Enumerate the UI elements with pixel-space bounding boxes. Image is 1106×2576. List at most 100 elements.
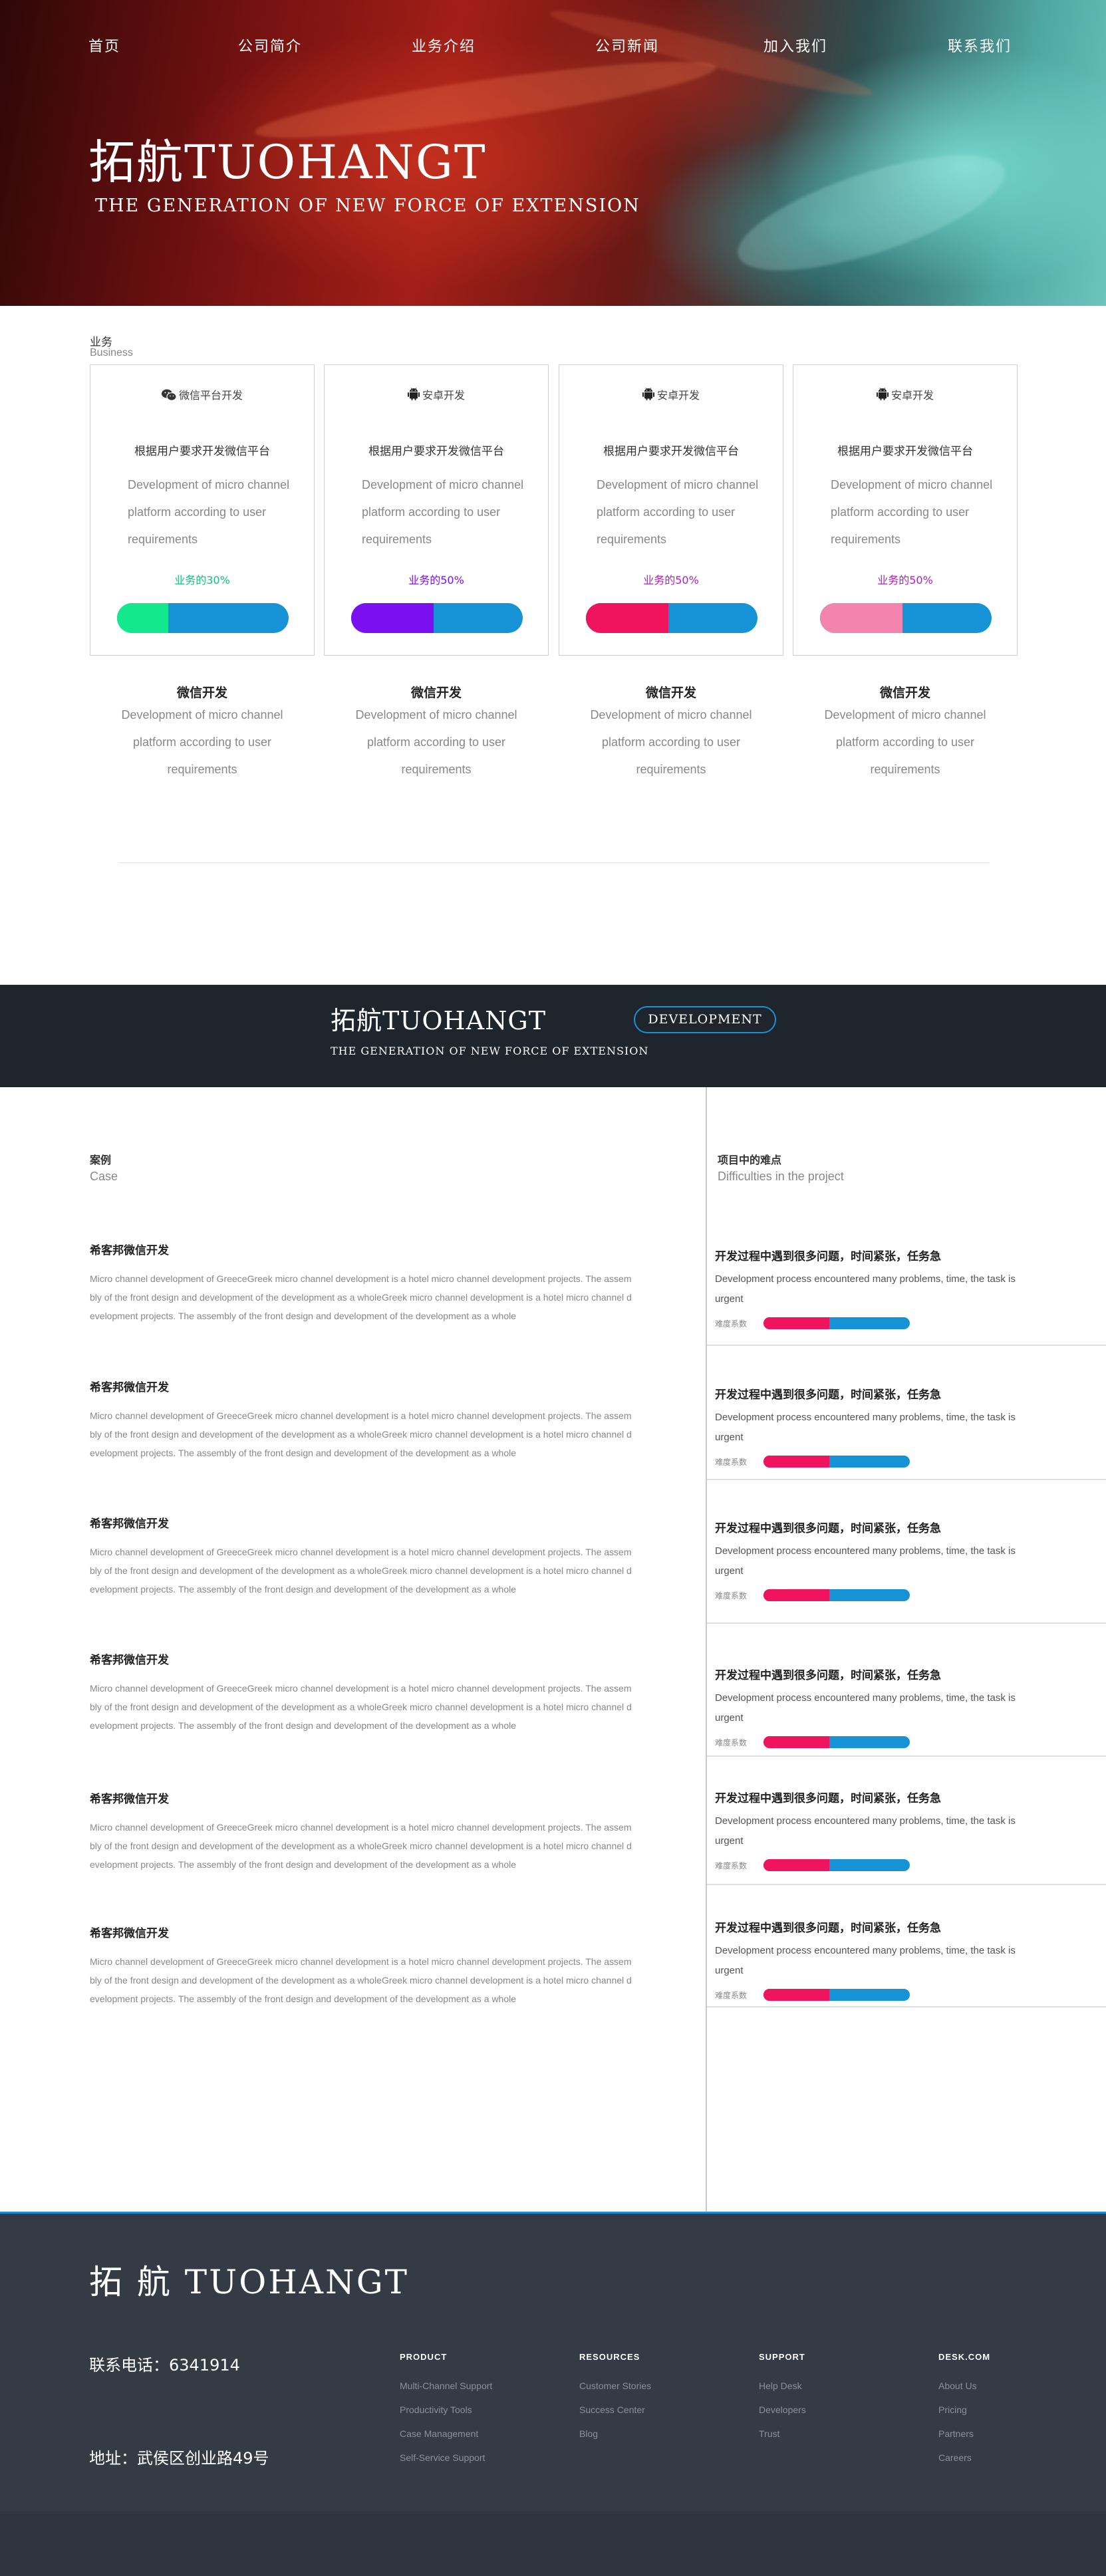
footer: 拓 航 TUOHANGT 联系电话：6341914 地址：武侯区创业路49号 P… <box>0 2212 1106 2576</box>
case-description: Micro channel development of GreeceGreek… <box>90 1683 632 1731</box>
card-head: 微信平台开发 <box>90 386 314 402</box>
difficulty-level-fill <box>763 1859 829 1871</box>
case-title[interactable]: 希客邦微信开发 <box>90 1378 169 1394</box>
business-card[interactable]: 安卓开发 根据用户要求开发微信平台 Development of micro cha… <box>793 364 1018 656</box>
business-card[interactable]: 微信平台开发 根据用户要求开发微信平台 Development of micro c… <box>90 364 315 656</box>
difficulty-separator <box>707 1479 1106 1480</box>
difficulty-title: 开发过程中遇到很多问题，时间紧张，任务急 <box>715 1922 941 1935</box>
footer-link[interactable]: Multi-Channel Support <box>400 2381 492 2391</box>
footer-link[interactable]: Productivity Tools <box>400 2404 472 2415</box>
card-title: 根据用户要求开发微信平台 <box>837 445 973 458</box>
cases-label: 案例 <box>90 1154 112 1166</box>
nav-join[interactable]: 加入我们 <box>763 35 827 56</box>
difficulty-level-fill <box>763 1317 829 1329</box>
business-card[interactable]: 安卓开发 根据用户要求开发微信平台 Development of micro cha… <box>559 364 783 656</box>
difficulty-level-bar <box>763 1456 910 1468</box>
footer-link[interactable]: Pricing <box>938 2404 967 2415</box>
difficulty-level-label: 难度系数 <box>715 1861 748 1870</box>
footer-logo: 拓 航 TUOHANGT <box>89 2263 410 2301</box>
difficulties-label-en: Difficulties in the project <box>718 1170 844 1183</box>
cases-label-en: Case <box>90 1170 118 1183</box>
difficulty-level-fill <box>763 1989 829 2001</box>
difficulty-level-bar <box>763 1989 910 2001</box>
card-percent-label: 业务的50% <box>877 574 933 586</box>
case-title[interactable]: 希客邦微信开发 <box>90 1514 169 1531</box>
footer-column-heading: SUPPORT <box>759 2352 805 2362</box>
footer-link[interactable]: Careers <box>938 2452 972 2463</box>
nav-contact[interactable]: 联系我们 <box>948 35 1012 56</box>
difficulty-description: Development process encountered many pro… <box>715 1692 1016 1724</box>
case-description: Micro channel development of GreeceGreek… <box>90 1822 632 1870</box>
business-sub-title: 微信开发 <box>645 686 696 700</box>
footer-link[interactable]: Partners <box>938 2428 974 2439</box>
difficulty-title: 开发过程中遇到很多问题，时间紧张，任务急 <box>715 1792 941 1805</box>
business-sub-title: 微信开发 <box>879 686 930 700</box>
card-progress-bar <box>820 603 992 633</box>
card-head-label: 安卓开发 <box>891 389 934 402</box>
android-icon <box>876 388 891 402</box>
hero-subtitle: THE GENERATION OF NEW FORCE OF EXTENSION <box>95 195 640 216</box>
column-separator <box>706 1087 707 2212</box>
difficulty-level-label: 难度系数 <box>715 1591 748 1601</box>
difficulties-label: 项目中的难点 <box>718 1154 782 1166</box>
card-title: 根据用户要求开发微信平台 <box>134 445 270 458</box>
card-description: Development of micro channel platform ac… <box>128 478 290 546</box>
case-description: Micro channel development of GreeceGreek… <box>90 1956 632 2004</box>
footer-column-heading: DESK.COM <box>938 2352 991 2362</box>
footer-link[interactable]: Trust <box>759 2428 779 2439</box>
difficulty-level-fill <box>763 1736 829 1748</box>
android-icon <box>642 388 657 402</box>
business-card[interactable]: 安卓开发 根据用户要求开发微信平台 Development of micro cha… <box>324 364 549 656</box>
footer-link[interactable]: Customer Stories <box>579 2381 651 2391</box>
band-subtitle: THE GENERATION OF NEW FORCE OF EXTENSION <box>331 1045 649 1057</box>
difficulty-description: Development process encountered many pro… <box>715 1945 1016 1976</box>
card-description: Development of micro channel platform ac… <box>362 478 524 546</box>
difficulty-separator <box>707 1884 1106 1885</box>
difficulty-level-bar <box>763 1589 910 1601</box>
footer-link[interactable]: Case Management <box>400 2428 478 2439</box>
card-progress-bar <box>586 603 758 633</box>
case-description: Micro channel development of GreeceGreek… <box>90 1273 632 1321</box>
difficulty-separator <box>707 1755 1106 1757</box>
footer-link[interactable]: Developers <box>759 2404 806 2415</box>
footer-link[interactable]: Success Center <box>579 2404 645 2415</box>
nav-home[interactable]: 首页 <box>88 35 120 56</box>
business-sub-title: 微信开发 <box>176 686 227 700</box>
difficulty-level-fill <box>763 1456 829 1468</box>
card-progress-fill <box>351 603 434 633</box>
card-head: 安卓开发 <box>325 386 548 402</box>
card-progress-fill <box>820 603 902 633</box>
business-sub-text: Development of micro channel platform ac… <box>121 708 283 776</box>
nav-news[interactable]: 公司新闻 <box>595 35 659 56</box>
case-title[interactable]: 希客邦微信开发 <box>90 1650 169 1667</box>
development-button[interactable]: DEVELOPMENT <box>634 1006 776 1033</box>
difficulty-separator <box>707 1622 1106 1624</box>
difficulty-separator <box>707 2006 1106 2007</box>
difficulty-separator <box>707 1345 1106 1346</box>
difficulty-level-bar <box>763 1317 910 1329</box>
footer-link[interactable]: Blog <box>579 2428 598 2439</box>
footer-link[interactable]: Self-Service Support <box>400 2452 485 2463</box>
nav-about[interactable]: 公司简介 <box>238 35 302 56</box>
difficulty-level-label: 难度系数 <box>715 1738 748 1747</box>
hero-banner: 首页 公司简介 业务介绍 公司新闻 加入我们 联系我们 拓航TUOHANGT T… <box>0 0 1106 306</box>
footer-link[interactable]: Help Desk <box>759 2381 802 2391</box>
case-title[interactable]: 希客邦微信开发 <box>90 1241 169 1257</box>
difficulty-title: 开发过程中遇到很多问题，时间紧张，任务急 <box>715 1250 941 1263</box>
footer-link[interactable]: About Us <box>938 2381 977 2391</box>
card-percent-label: 业务的50% <box>408 574 464 586</box>
difficulty-level-label: 难度系数 <box>715 1458 748 1467</box>
case-title[interactable]: 希客邦微信开发 <box>90 1789 169 1806</box>
card-percent-label: 业务的50% <box>643 574 699 586</box>
difficulty-level-label: 难度系数 <box>715 1991 748 2000</box>
card-title: 根据用户要求开发微信平台 <box>603 445 739 458</box>
difficulty-level-bar <box>763 1859 910 1871</box>
business-sub-title: 微信开发 <box>410 686 462 700</box>
hero-streak <box>726 132 1017 294</box>
nav-business[interactable]: 业务介绍 <box>412 35 476 56</box>
card-description: Development of micro channel platform ac… <box>597 478 759 546</box>
difficulty-description: Development process encountered many pro… <box>715 1545 1016 1577</box>
case-title[interactable]: 希客邦微信开发 <box>90 1924 169 1940</box>
android-icon <box>407 388 422 402</box>
business-sub-text: Development of micro channel platform ac… <box>824 708 986 776</box>
